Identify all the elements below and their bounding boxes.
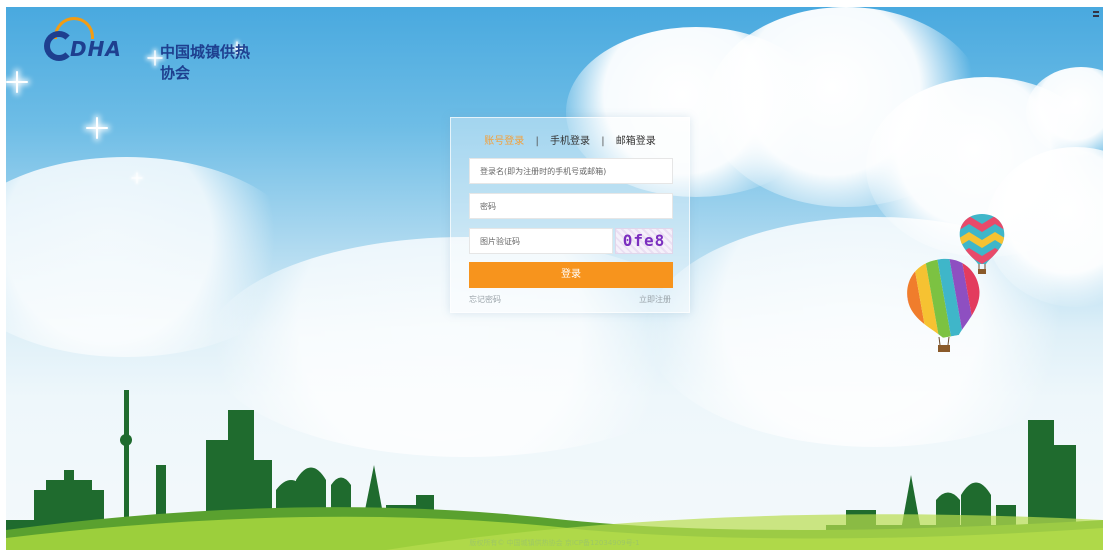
sparkle-icon [86,117,108,139]
hot-air-balloon-large-icon [904,257,984,352]
tab-separator: | [535,136,539,147]
footer-copyright: 版权所有© 中国城镇供热协会 京ICP备12034909号-1 [469,539,640,547]
captcha-image[interactable]: 0fe8 [615,228,673,254]
sparkle-icon [6,71,28,93]
captcha-input[interactable] [469,228,613,254]
login-button[interactable]: 登录 [469,262,673,288]
login-panel: 账号登录 | 手机登录 | 邮箱登录 0fe8 登录 忘记密码 立即注册 [450,117,690,313]
tab-phone-login[interactable]: 手机登录 [550,132,590,147]
forgot-password-link[interactable]: 忘记密码 [469,294,501,305]
username-input[interactable] [469,158,673,184]
tab-account-login[interactable]: 账号登录 [484,132,524,147]
menu-icon[interactable] [1093,11,1099,17]
login-tabs: 账号登录 | 手机登录 | 邮箱登录 [451,132,689,147]
tab-separator: | [601,136,605,147]
password-input[interactable] [469,193,673,219]
logo-text: DHA [70,37,122,61]
city-skyline [6,390,1103,550]
tab-email-login[interactable]: 邮箱登录 [616,132,656,147]
sparkle-icon [132,173,143,184]
brand-logo[interactable]: DHA 中国城镇供热协会 [44,17,264,82]
register-link[interactable]: 立即注册 [639,294,671,305]
login-page-background: DHA 中国城镇供热协会 版权所有© 中国城镇供热协会 京ICP备1203490… [6,7,1103,550]
org-name: 中国城镇供热协会 [160,43,251,82]
